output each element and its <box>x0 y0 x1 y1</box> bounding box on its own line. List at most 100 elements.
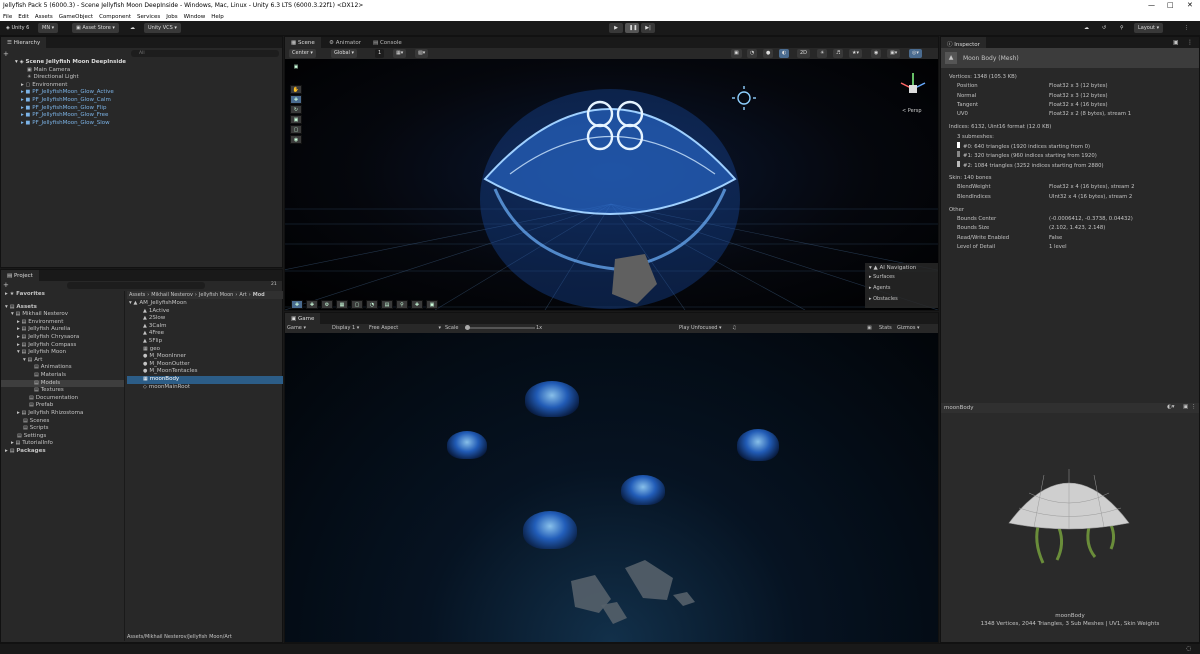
menu-assets[interactable]: Assets <box>35 14 53 20</box>
asset-item[interactable]: ▾ ▲ AM_JellyfishMoon <box>127 300 283 308</box>
transform-tool-icon[interactable]: ◉ <box>290 135 302 144</box>
asset-item[interactable]: ▲ 4Free <box>127 330 283 338</box>
folder-item[interactable]: ▸ ▤ TutorialInfo <box>1 440 124 448</box>
terrain-tool-icon[interactable]: ✚ <box>291 299 303 309</box>
asset-item[interactable]: ▦ geo <box>127 346 283 354</box>
more-icon[interactable]: ⋮ <box>1187 39 1193 46</box>
asset-item[interactable]: ▲ 1Active <box>127 308 283 316</box>
hierarchy-search-input[interactable]: All <box>131 50 279 57</box>
hierarchy-prefab[interactable]: ▸ ■ PF_JellyfishMoon_Glow_Flip <box>15 105 283 113</box>
folder-item[interactable]: ▸ ▤ Jellyfish Rhizostoma <box>1 410 124 418</box>
rotate-tool-icon[interactable]: ↻ <box>290 105 302 114</box>
tab-animator[interactable]: ⚙ Animator <box>323 37 367 48</box>
capture-tool-icon[interactable]: ▣ <box>426 299 438 309</box>
folder-item[interactable]: ▸ ▤ Jellyfish Aurelia <box>1 326 124 334</box>
folder-item[interactable]: ▤ Settings <box>1 433 124 441</box>
asset-item[interactable]: ● M_MoonInner <box>127 353 283 361</box>
asset-item[interactable]: ▲ 2Slow <box>127 315 283 323</box>
game-viewport[interactable] <box>285 333 938 642</box>
mesh-preview[interactable]: moonBody 1348 Vertices, 2044 Triangles, … <box>941 413 1199 642</box>
ai-nav-obstacles[interactable]: ▸ Obstacles <box>865 294 938 305</box>
folder-assets[interactable]: ▾ ▤ Assets <box>1 304 124 312</box>
scene-viewport[interactable]: ▣ ✋ ✚ ↻ ▣ ▢ ◉ < Persp ▾ ▲ AI Navigation … <box>285 59 938 310</box>
breadcrumb-item[interactable]: Mod <box>253 292 265 298</box>
shading-solid-icon[interactable]: ● <box>763 49 774 58</box>
maximize-icon[interactable]: □ <box>1167 1 1174 9</box>
menu-gameobject[interactable]: GameObject <box>59 14 93 20</box>
aspect-dropdown[interactable]: Free Aspect ▾ <box>369 325 441 331</box>
project-search-input[interactable] <box>67 282 205 289</box>
stats-button[interactable]: Stats <box>879 325 892 331</box>
camera-settings-icon[interactable]: ▣▾ <box>887 49 901 58</box>
zoom-tool-icon[interactable]: ⚲ <box>396 299 408 309</box>
menu-file[interactable]: File <box>3 14 12 20</box>
hierarchy-item[interactable]: ▣ Main Camera <box>15 67 283 75</box>
cloud-services-icon[interactable]: ☁ <box>1080 23 1093 33</box>
folder-item[interactable]: ▤ Materials <box>1 372 124 380</box>
snap-tool-icon[interactable]: ✚ <box>411 299 423 309</box>
preview-shading-icon[interactable]: ◐▾ <box>1167 404 1175 410</box>
layout-button[interactable]: Layout ▾ <box>1134 23 1164 33</box>
folder-item[interactable]: ▸ ▤ Jellyfish Compass <box>1 342 124 350</box>
hierarchy-prefab[interactable]: ▸ ■ PF_JellyfishMoon_Glow_Calm <box>15 97 283 105</box>
tab-project[interactable]: ▤ Project <box>1 270 39 281</box>
lock-icon[interactable]: ▣ <box>1173 39 1179 46</box>
shading-wireframe-icon[interactable]: ◔ <box>747 49 758 58</box>
scale-tool-icon[interactable]: ▣ <box>290 115 302 124</box>
lighting-icon[interactable]: ☀ <box>817 49 828 58</box>
effects-icon[interactable]: ★▾ <box>849 49 862 58</box>
hierarchy-item[interactable]: ▸ ▢ Environment <box>15 82 283 90</box>
asset-item[interactable]: ◇ moonMainRoot <box>127 384 283 392</box>
preview-uv-icon[interactable]: ▣ <box>1183 404 1188 410</box>
tab-console[interactable]: ▤ Console <box>367 37 408 48</box>
rect-tool-icon[interactable]: ▢ <box>290 125 302 134</box>
history-icon[interactable]: ↺ <box>1098 23 1110 33</box>
folder-item[interactable]: ▤ Documentation <box>1 395 124 403</box>
play-button[interactable]: ▶ <box>609 23 623 33</box>
ai-navigation-title[interactable]: ▾ ▲ AI Navigation <box>865 263 938 272</box>
hierarchy-item[interactable]: ☀ Directional Light <box>15 74 283 82</box>
menu-help[interactable]: Help <box>211 14 224 20</box>
hand-tool-icon[interactable]: ✋ <box>290 85 302 94</box>
folder-item[interactable]: ▸ ▤ Jellyfish Chrysaora <box>1 334 124 342</box>
breadcrumb-item[interactable]: Art <box>239 292 246 298</box>
folder-item[interactable]: ▤ Animations <box>1 364 124 372</box>
snap-icon[interactable]: ▧▾ <box>415 49 429 58</box>
preview-more-icon[interactable]: ⋮ <box>1191 404 1197 410</box>
progress-icon[interactable]: ◌ <box>1186 645 1191 652</box>
scene-root[interactable]: ▾ ◈ Scene Jellyfish Moon DeepInside <box>15 59 283 67</box>
2d-toggle-icon[interactable]: 2D <box>797 49 811 58</box>
folder-packages[interactable]: ▸ ▤ Packages <box>1 448 124 456</box>
menu-jobs[interactable]: Jobs <box>166 14 177 20</box>
probe-tool-icon[interactable]: ⚙ <box>321 299 333 309</box>
shading-lit-icon[interactable]: ◐ <box>779 49 790 58</box>
add-icon[interactable]: + <box>3 281 9 289</box>
vcs-button[interactable]: Unity VCS ▾ <box>144 23 181 33</box>
breadcrumb-item[interactable]: Assets <box>129 292 145 298</box>
persp-label[interactable]: < Persp <box>902 108 922 114</box>
mute-audio-icon[interactable]: ♫ <box>732 325 736 331</box>
breadcrumb-item[interactable]: Mikhail Nesterov <box>151 292 193 298</box>
step-button[interactable]: ▶| <box>641 23 655 33</box>
scale-slider[interactable] <box>465 325 535 330</box>
menu-component[interactable]: Component <box>99 14 131 20</box>
menu-services[interactable]: Services <box>137 14 160 20</box>
asset-item[interactable]: ● M_MoonOutter <box>127 361 283 369</box>
asset-item-selected[interactable]: ▦ moonBody <box>127 375 283 384</box>
asset-store-button[interactable]: ▣ Asset Store ▾ <box>72 23 119 33</box>
folder-item[interactable]: ▾ ▤ Jellyfish Moon <box>1 349 124 357</box>
game-settings-icon[interactable]: ▣ <box>867 325 872 331</box>
visibility-icon[interactable]: ◉ <box>871 49 882 58</box>
folder-item[interactable]: ▤ Textures <box>1 387 124 395</box>
bounds-tool-icon[interactable]: ▢ <box>351 299 363 309</box>
gizmos-icon[interactable]: ◎▾ <box>909 49 922 58</box>
asset-item[interactable]: ▲ 3Calm <box>127 323 283 331</box>
move-tool-icon[interactable]: ✚ <box>290 95 302 104</box>
folder-item[interactable]: ▤ Scripts <box>1 425 124 433</box>
tab-game[interactable]: ▣ Game <box>285 313 321 324</box>
folder-item[interactable]: ▸ ▤ Environment <box>1 319 124 327</box>
more-icon[interactable]: ⋮ <box>1180 23 1193 33</box>
hierarchy-prefab[interactable]: ▸ ■ PF_JellyfishMoon_Glow_Free <box>15 112 283 120</box>
close-icon[interactable]: ✕ <box>1187 1 1193 9</box>
tab-scene[interactable]: ▦ Scene <box>285 37 321 48</box>
